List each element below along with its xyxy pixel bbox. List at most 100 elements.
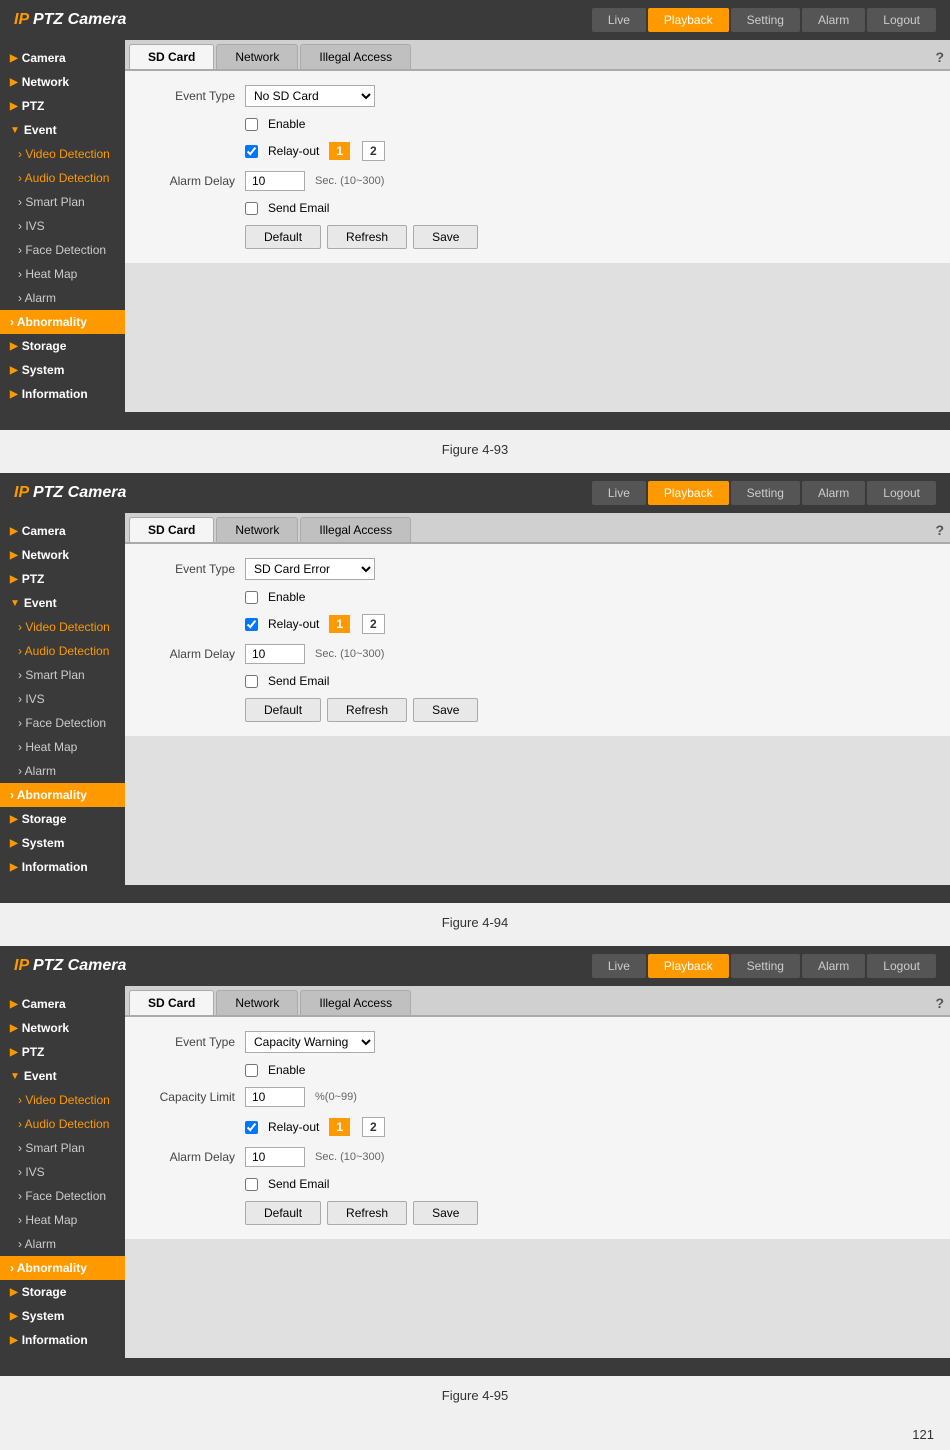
sidebar-heat-map-3[interactable]: › Heat Map <box>0 1208 125 1232</box>
capacity-limit-input-3[interactable] <box>245 1087 305 1107</box>
sidebar-storage[interactable]: ▶ Storage <box>0 334 125 358</box>
event-type-select-1[interactable]: No SD Card SD Card Error Capacity Warnin… <box>245 85 375 107</box>
sidebar-ivs-2[interactable]: › IVS <box>0 687 125 711</box>
nav-setting-btn-2[interactable]: Setting <box>731 481 800 505</box>
sidebar-audio-detection-3[interactable]: › Audio Detection <box>0 1112 125 1136</box>
nav-playback-btn[interactable]: Playback <box>648 8 729 32</box>
sidebar-ivs[interactable]: › IVS <box>0 214 125 238</box>
sidebar-camera-3[interactable]: ▶ Camera <box>0 992 125 1016</box>
event-type-select-2[interactable]: No SD Card SD Card Error Capacity Warnin… <box>245 558 375 580</box>
send-email-checkbox-3[interactable] <box>245 1178 258 1191</box>
relay-btn-1-1[interactable]: 1 <box>329 142 350 160</box>
sidebar-event-2[interactable]: ▼ Event <box>0 591 125 615</box>
nav-logout-btn-2[interactable]: Logout <box>867 481 936 505</box>
nav-playback-btn-3[interactable]: Playback <box>648 954 729 978</box>
sidebar-system[interactable]: ▶ System <box>0 358 125 382</box>
sidebar-event-3[interactable]: ▼ Event <box>0 1064 125 1088</box>
sidebar-ptz-2[interactable]: ▶ PTZ <box>0 567 125 591</box>
sidebar-video-detection-2[interactable]: › Video Detection <box>0 615 125 639</box>
help-icon-1[interactable]: ? <box>935 49 944 69</box>
help-icon-3[interactable]: ? <box>935 995 944 1015</box>
tab-sdcard-2[interactable]: SD Card <box>129 517 214 542</box>
tab-illegal-access-2[interactable]: Illegal Access <box>300 517 411 542</box>
sidebar-abnormality-3[interactable]: › Abnormality <box>0 1256 125 1280</box>
sidebar-abnormality[interactable]: › Abnormality <box>0 310 125 334</box>
tab-network-2[interactable]: Network <box>216 517 298 542</box>
nav-live-btn-3[interactable]: Live <box>592 954 646 978</box>
sidebar-information-3[interactable]: ▶ Information <box>0 1328 125 1352</box>
sidebar-event[interactable]: ▼ Event <box>0 118 125 142</box>
nav-playback-btn-2[interactable]: Playback <box>648 481 729 505</box>
relay-checkbox-3[interactable] <box>245 1121 258 1134</box>
refresh-btn-2[interactable]: Refresh <box>327 698 407 722</box>
sidebar-face-detection-2[interactable]: › Face Detection <box>0 711 125 735</box>
default-btn-2[interactable]: Default <box>245 698 321 722</box>
sidebar-alarm-3[interactable]: › Alarm <box>0 1232 125 1256</box>
enable-checkbox-2[interactable] <box>245 591 258 604</box>
sidebar-smart-plan-2[interactable]: › Smart Plan <box>0 663 125 687</box>
nav-alarm-btn-2[interactable]: Alarm <box>802 481 865 505</box>
relay-btn-2-1[interactable]: 1 <box>329 615 350 633</box>
relay-checkbox-2[interactable] <box>245 618 258 631</box>
tab-sdcard-3[interactable]: SD Card <box>129 990 214 1015</box>
sidebar-ivs-3[interactable]: › IVS <box>0 1160 125 1184</box>
sidebar-heat-map[interactable]: › Heat Map <box>0 262 125 286</box>
save-btn-2[interactable]: Save <box>413 698 478 722</box>
alarm-delay-input-3[interactable] <box>245 1147 305 1167</box>
sidebar-camera-2[interactable]: ▶ Camera <box>0 519 125 543</box>
sidebar-smart-plan-3[interactable]: › Smart Plan <box>0 1136 125 1160</box>
sidebar-video-detection-3[interactable]: › Video Detection <box>0 1088 125 1112</box>
tab-network-3[interactable]: Network <box>216 990 298 1015</box>
alarm-delay-input-1[interactable] <box>245 171 305 191</box>
tab-illegal-access-3[interactable]: Illegal Access <box>300 990 411 1015</box>
save-btn-1[interactable]: Save <box>413 225 478 249</box>
relay-btn-3-1[interactable]: 1 <box>329 1118 350 1136</box>
sidebar-information-2[interactable]: ▶ Information <box>0 855 125 879</box>
refresh-btn-1[interactable]: Refresh <box>327 225 407 249</box>
help-icon-2[interactable]: ? <box>935 522 944 542</box>
tab-illegal-access-1[interactable]: Illegal Access <box>300 44 411 69</box>
sidebar-face-detection[interactable]: › Face Detection <box>0 238 125 262</box>
relay-btn-2-2[interactable]: 2 <box>362 614 385 634</box>
sidebar-storage-3[interactable]: ▶ Storage <box>0 1280 125 1304</box>
sidebar-system-3[interactable]: ▶ System <box>0 1304 125 1328</box>
sidebar-alarm[interactable]: › Alarm <box>0 286 125 310</box>
refresh-btn-3[interactable]: Refresh <box>327 1201 407 1225</box>
nav-setting-btn-3[interactable]: Setting <box>731 954 800 978</box>
sidebar-audio-detection-2[interactable]: › Audio Detection <box>0 639 125 663</box>
nav-alarm-btn-3[interactable]: Alarm <box>802 954 865 978</box>
enable-checkbox-1[interactable] <box>245 118 258 131</box>
nav-alarm-btn[interactable]: Alarm <box>802 8 865 32</box>
nav-live-btn-2[interactable]: Live <box>592 481 646 505</box>
default-btn-3[interactable]: Default <box>245 1201 321 1225</box>
sidebar-ptz-3[interactable]: ▶ PTZ <box>0 1040 125 1064</box>
nav-live-btn[interactable]: Live <box>592 8 646 32</box>
nav-logout-btn-3[interactable]: Logout <box>867 954 936 978</box>
event-type-select-3[interactable]: No SD Card SD Card Error Capacity Warnin… <box>245 1031 375 1053</box>
nav-logout-btn[interactable]: Logout <box>867 8 936 32</box>
nav-setting-btn[interactable]: Setting <box>731 8 800 32</box>
sidebar-network-2[interactable]: ▶ Network <box>0 543 125 567</box>
relay-checkbox-1[interactable] <box>245 145 258 158</box>
sidebar-camera[interactable]: ▶ Camera <box>0 46 125 70</box>
sidebar-smart-plan[interactable]: › Smart Plan <box>0 190 125 214</box>
sidebar-network[interactable]: ▶ Network <box>0 70 125 94</box>
default-btn-1[interactable]: Default <box>245 225 321 249</box>
sidebar-video-detection[interactable]: › Video Detection <box>0 142 125 166</box>
relay-btn-1-2[interactable]: 2 <box>362 141 385 161</box>
alarm-delay-input-2[interactable] <box>245 644 305 664</box>
relay-btn-3-2[interactable]: 2 <box>362 1117 385 1137</box>
enable-checkbox-3[interactable] <box>245 1064 258 1077</box>
sidebar-ptz[interactable]: ▶ PTZ <box>0 94 125 118</box>
send-email-checkbox-2[interactable] <box>245 675 258 688</box>
sidebar-abnormality-2[interactable]: › Abnormality <box>0 783 125 807</box>
sidebar-storage-2[interactable]: ▶ Storage <box>0 807 125 831</box>
sidebar-system-2[interactable]: ▶ System <box>0 831 125 855</box>
sidebar-network-3[interactable]: ▶ Network <box>0 1016 125 1040</box>
sidebar-heat-map-2[interactable]: › Heat Map <box>0 735 125 759</box>
send-email-checkbox-1[interactable] <box>245 202 258 215</box>
save-btn-3[interactable]: Save <box>413 1201 478 1225</box>
tab-network-1[interactable]: Network <box>216 44 298 69</box>
tab-sdcard-1[interactable]: SD Card <box>129 44 214 69</box>
sidebar-face-detection-3[interactable]: › Face Detection <box>0 1184 125 1208</box>
